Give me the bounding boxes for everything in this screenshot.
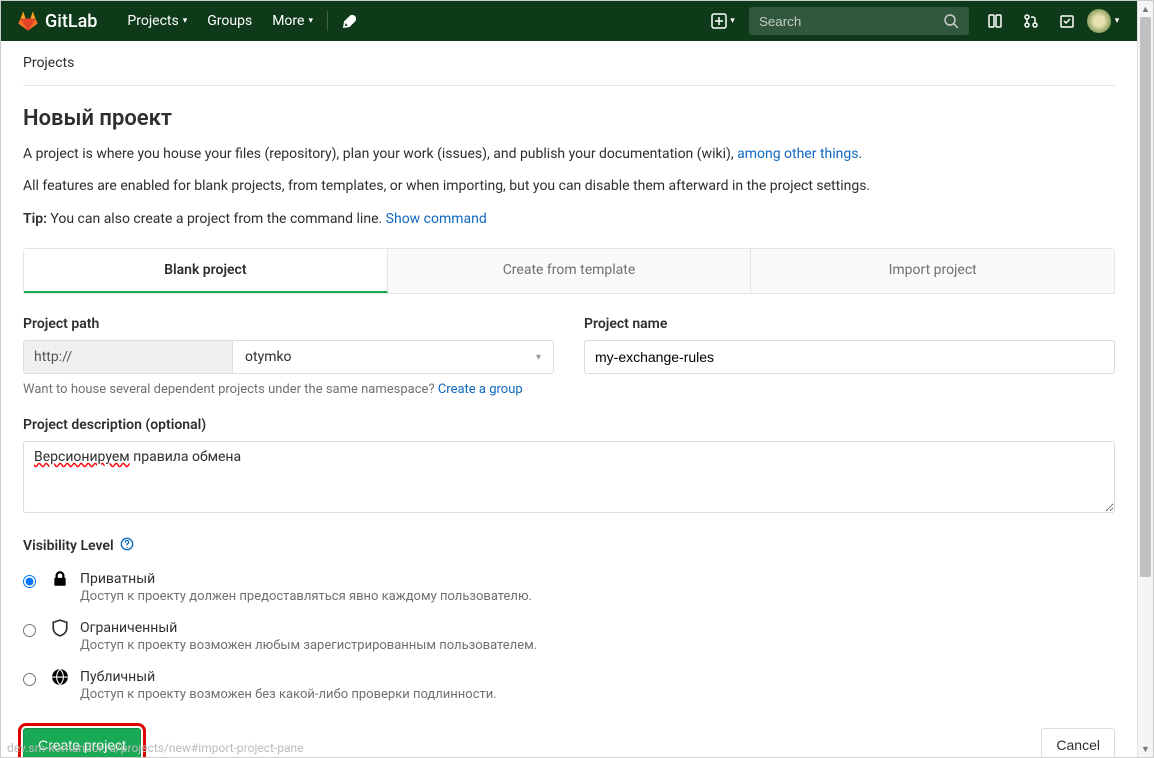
status-bar-url: dev.sm-komandor.ru/projects/new#import-p… bbox=[1, 741, 309, 755]
chevron-down-icon: ▾ bbox=[730, 16, 735, 26]
brand-text: GitLab bbox=[45, 11, 97, 32]
tab-create-from-template[interactable]: Create from template bbox=[388, 249, 752, 293]
user-menu[interactable]: ▾ bbox=[1085, 9, 1121, 33]
visibility-private[interactable]: Приватный Доступ к проекту должен предос… bbox=[23, 571, 1115, 604]
plus-menu[interactable]: ▾ bbox=[705, 13, 741, 29]
radio-private[interactable] bbox=[23, 575, 36, 588]
project-name-input[interactable] bbox=[584, 340, 1115, 374]
issues-icon[interactable] bbox=[977, 13, 1013, 29]
intro-line2: All features are enabled for blank proje… bbox=[23, 175, 1115, 197]
tab-import-project[interactable]: Import project bbox=[751, 249, 1114, 293]
visibility-public[interactable]: Публичный Доступ к проекту возможен без … bbox=[23, 669, 1115, 702]
description-label: Project description (optional) bbox=[23, 417, 1115, 433]
page-title: Новый проект bbox=[23, 106, 1115, 131]
scroll-up-arrow[interactable]: ▲ bbox=[1138, 1, 1153, 17]
tanuki-icon bbox=[17, 10, 39, 32]
chevron-down-icon: ▾ bbox=[1115, 16, 1120, 26]
namespace-select[interactable]: otymko ▾ bbox=[233, 340, 554, 374]
cancel-button[interactable]: Cancel bbox=[1041, 728, 1115, 757]
path-prefix: http:// bbox=[23, 340, 233, 374]
lock-icon bbox=[50, 570, 70, 593]
avatar bbox=[1087, 9, 1111, 33]
visibility-label: Visibility Level bbox=[23, 537, 1115, 555]
nav-projects[interactable]: Projects ▾ bbox=[117, 1, 197, 41]
chevron-down-icon: ▾ bbox=[183, 16, 188, 26]
search-box[interactable] bbox=[749, 7, 969, 35]
top-navbar: GitLab Projects ▾ Groups More ▾ ▾ bbox=[1, 1, 1137, 41]
namespace-help: Want to house several dependent projects… bbox=[23, 382, 554, 397]
search-input[interactable] bbox=[759, 14, 943, 29]
tab-blank-project[interactable]: Blank project bbox=[24, 249, 388, 293]
scroll-thumb[interactable] bbox=[1140, 17, 1151, 577]
nav-groups[interactable]: Groups bbox=[197, 1, 262, 41]
description-textarea[interactable] bbox=[23, 441, 1115, 513]
help-icon[interactable] bbox=[120, 537, 134, 555]
among-other-things-link[interactable]: among other things bbox=[737, 146, 858, 162]
merge-request-icon[interactable] bbox=[1013, 13, 1049, 29]
search-icon bbox=[943, 13, 959, 29]
breadcrumb[interactable]: Projects bbox=[23, 55, 1115, 86]
todos-icon[interactable] bbox=[1049, 13, 1085, 29]
gitlab-logo[interactable]: GitLab bbox=[17, 10, 97, 32]
radio-public[interactable] bbox=[23, 673, 36, 686]
nav-divider bbox=[327, 11, 328, 31]
intro-tip: Tip: You can also create a project from … bbox=[23, 208, 1115, 230]
project-name-label: Project name bbox=[584, 316, 1115, 332]
globe-icon bbox=[50, 668, 70, 691]
radio-internal[interactable] bbox=[23, 624, 36, 637]
scroll-down-arrow[interactable]: ▼ bbox=[1138, 741, 1153, 757]
nav-more[interactable]: More ▾ bbox=[262, 1, 323, 41]
shield-icon bbox=[50, 619, 70, 642]
chevron-down-icon: ▾ bbox=[308, 16, 313, 26]
chevron-down-icon: ▾ bbox=[536, 352, 541, 363]
wrench-icon[interactable] bbox=[332, 13, 368, 29]
create-group-link[interactable]: Create a group bbox=[438, 382, 523, 397]
intro-line1: A project is where you house your files … bbox=[23, 143, 1115, 165]
project-path-label: Project path bbox=[23, 316, 554, 332]
project-type-tabs: Blank project Create from template Impor… bbox=[23, 248, 1115, 294]
vertical-scrollbar[interactable]: ▲ ▼ bbox=[1137, 1, 1153, 757]
visibility-internal[interactable]: Ограниченный Доступ к проекту возможен л… bbox=[23, 620, 1115, 653]
show-command-link[interactable]: Show command bbox=[386, 211, 487, 227]
